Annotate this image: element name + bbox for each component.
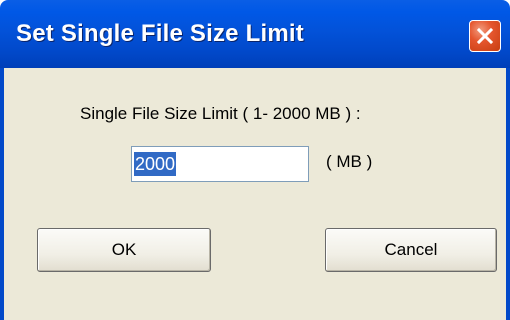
cancel-button[interactable]: Cancel xyxy=(325,228,497,272)
size-limit-prompt: Single File Size Limit ( 1- 2000 MB ) : xyxy=(80,104,361,123)
unit-label: ( MB ) xyxy=(326,152,373,171)
close-button[interactable] xyxy=(469,20,501,52)
close-x-icon xyxy=(476,27,494,45)
ok-button[interactable]: OK xyxy=(37,228,211,272)
size-limit-input[interactable]: 2000 xyxy=(131,146,309,182)
dialog-body: Single File Size Limit ( 1- 2000 MB ) : … xyxy=(0,68,510,320)
title-bar[interactable]: Set Single File Size Limit xyxy=(0,0,510,68)
size-limit-input-value[interactable]: 2000 xyxy=(134,152,177,176)
set-file-size-dialog: Set Single File Size Limit Single File S… xyxy=(0,0,510,320)
dialog-title: Set Single File Size Limit xyxy=(16,20,304,47)
